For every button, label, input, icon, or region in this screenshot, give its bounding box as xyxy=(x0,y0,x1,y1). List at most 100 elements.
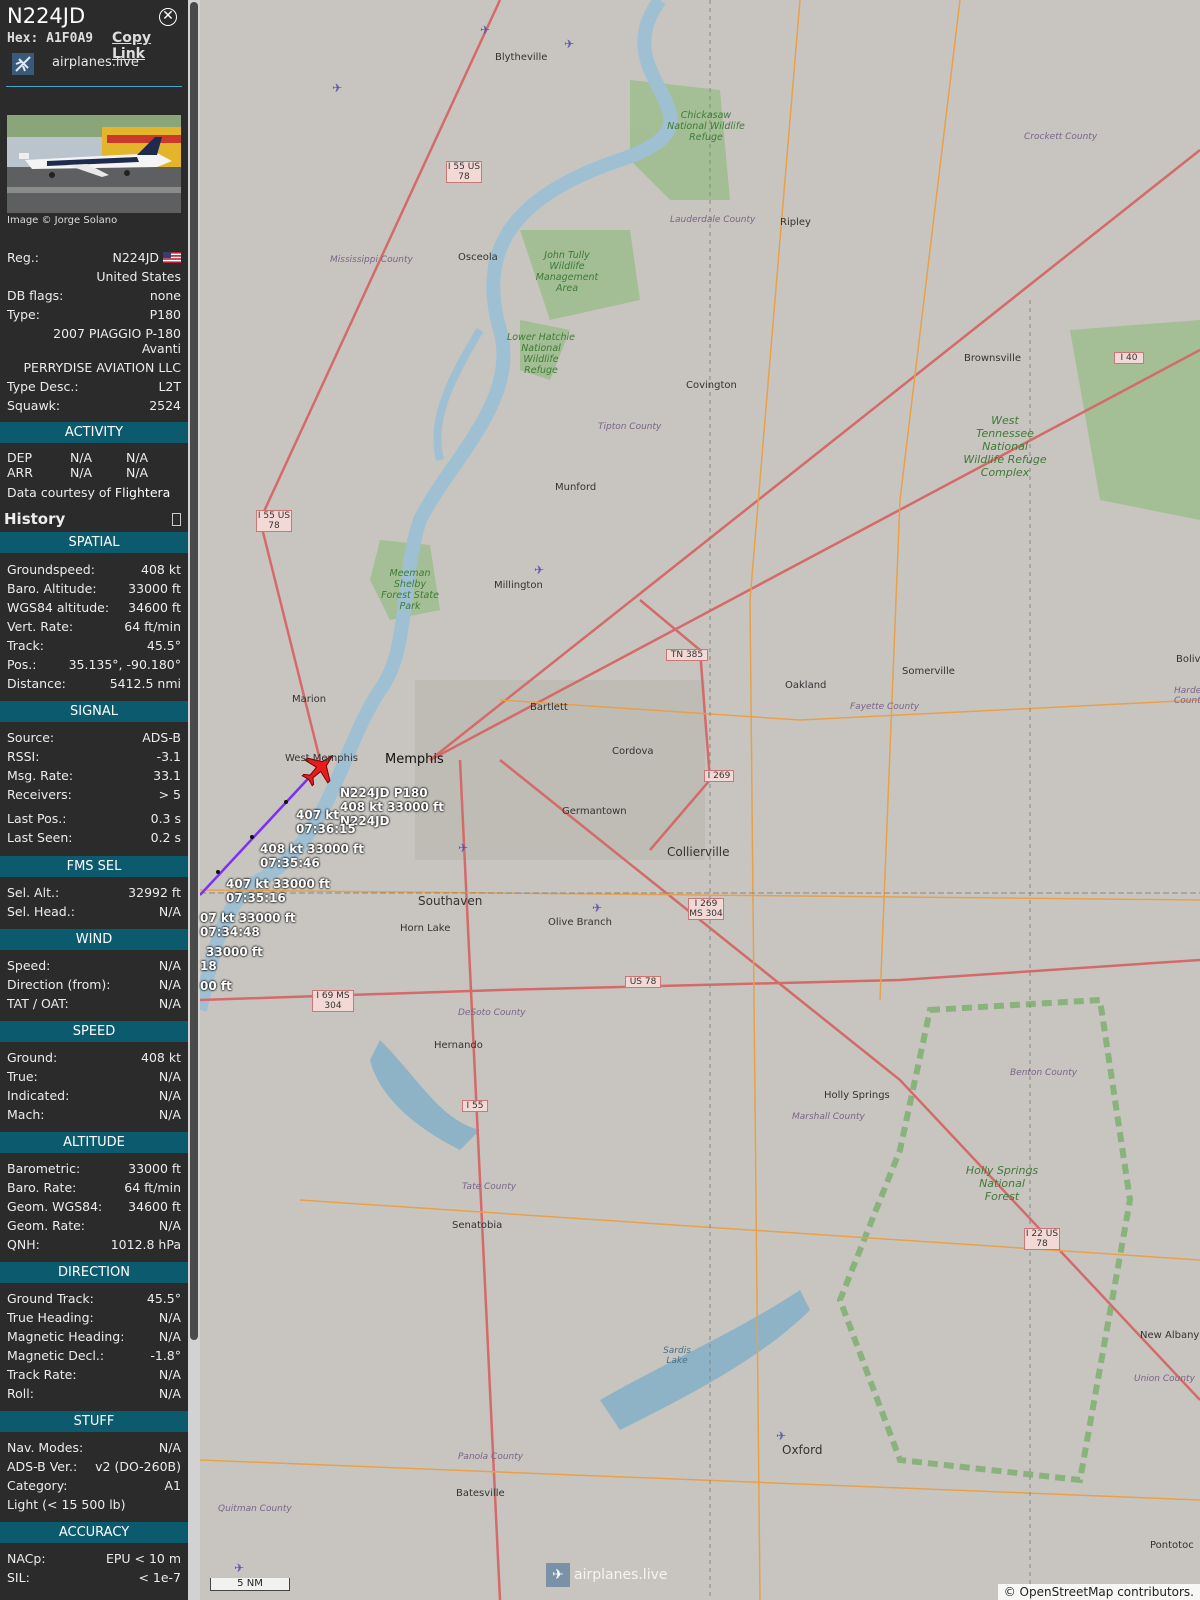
geom-wgs84-row: Geom. WGS84: 34600 ft xyxy=(7,1199,181,1214)
highway-shield: I 22 US 78 xyxy=(1024,1228,1060,1250)
true-speed-row: True: N/A xyxy=(7,1069,181,1084)
place-label: Brownsville xyxy=(964,353,1022,364)
track-label: 407 kt 07:36:15 xyxy=(296,808,356,836)
dep-label: DEP xyxy=(7,450,33,465)
aircraft-label-line: N224JD P180 xyxy=(340,786,428,800)
section-header-spatial: SPATIAL xyxy=(0,532,188,553)
detail-row: Type: P180 xyxy=(7,307,181,322)
adsb-version-row: ADS-B Ver.: v2 (DO-260B) xyxy=(7,1459,181,1474)
place-label: Bolivar xyxy=(1176,654,1200,665)
magnetic-decl-row: Magnetic Decl.: -1.8° xyxy=(7,1348,181,1363)
highway-shield: I 55 US 78 xyxy=(446,161,482,183)
aircraft-info-panel: N224JD ✕ Hex: A1F0A9 Copy Link airplanes… xyxy=(0,0,188,1600)
history-expand-icon[interactable] xyxy=(172,513,181,526)
sidebar-scrollbar[interactable] xyxy=(188,0,200,1600)
airplanes-live-watermark: ✈ airplanes.live xyxy=(546,1563,668,1587)
last-pos-row: Last Pos.: 0.3 s xyxy=(7,811,181,826)
county-label: Quitman County xyxy=(218,1504,292,1514)
section-header-stuff: STUFF xyxy=(0,1411,188,1432)
roll-row: Roll: N/A xyxy=(7,1386,181,1401)
category-description-row: Light (< 15 500 lb) xyxy=(7,1497,126,1512)
highway-shield: I 55 xyxy=(462,1100,488,1112)
hex-value: A1F0A9 xyxy=(46,31,94,46)
place-label: Holly Springs xyxy=(824,1090,890,1101)
refuge-label: West Tennessee National Wildlife Refuge … xyxy=(963,414,1047,479)
section-header-altitude: ALTITUDE xyxy=(0,1132,188,1153)
groundspeed-row: Groundspeed: 408 kt xyxy=(7,562,181,577)
arr-label: ARR xyxy=(7,465,33,480)
place-label: Osceola xyxy=(458,252,498,263)
county-label: Tipton County xyxy=(598,422,662,432)
callsign-title: N224JD xyxy=(7,4,86,28)
place-label: Hernando xyxy=(434,1040,483,1051)
place-label: Millington xyxy=(494,580,543,591)
place-label: Germantown xyxy=(562,806,627,817)
magnetic-heading-row: Magnetic Heading: N/A xyxy=(7,1329,181,1344)
county-label: Panola County xyxy=(458,1452,524,1462)
county-label: Union County xyxy=(1134,1374,1195,1384)
true-heading-row: True Heading: N/A xyxy=(7,1310,181,1325)
data-courtesy: Data courtesy of Flightera xyxy=(7,485,171,500)
refuge-label: Chickasaw National Wildlife Refuge xyxy=(667,110,745,143)
detail-row: DB flags: none xyxy=(7,288,181,303)
place-label: West Memphis xyxy=(285,753,358,764)
wind-speed-row: Speed: N/A xyxy=(7,958,181,973)
place-label: Cordova xyxy=(612,746,654,757)
nacp-row: NACp: EPU < 10 m xyxy=(7,1551,181,1566)
section-header-wind: WIND xyxy=(0,929,188,950)
arr-time: N/A xyxy=(126,465,149,480)
dep-time: N/A xyxy=(126,450,149,465)
place-label: Senatobia xyxy=(452,1220,503,1231)
place-label: Somerville xyxy=(902,666,955,677)
sel-head-row: Sel. Head.: N/A xyxy=(7,904,181,919)
ground-speed-row: Ground: 408 kt xyxy=(7,1050,181,1065)
county-label: Benton County xyxy=(1010,1068,1078,1078)
county-label: Hardeman County xyxy=(1174,686,1200,706)
place-label: Ripley xyxy=(780,217,811,228)
baro-altitude-row: Baro. Altitude: 33000 ft xyxy=(7,581,181,596)
last-seen-row: Last Seen: 0.2 s xyxy=(7,830,181,845)
registration-value: N224JD xyxy=(112,250,160,265)
place-label: Covington xyxy=(686,380,737,391)
qnh-row: QNH: 1012.8 hPa xyxy=(7,1237,181,1252)
arr-value: N/A xyxy=(70,465,93,480)
ground-track-row: Ground Track: 45.5° xyxy=(7,1291,181,1306)
track-rate-row: Track Rate: N/A xyxy=(7,1367,181,1382)
airplanes-live-logo-icon[interactable] xyxy=(12,53,34,75)
refuge-label: Holly Springs National Forest xyxy=(965,1164,1039,1203)
history-label: History xyxy=(4,510,66,528)
highway-shield: I 269 MS 304 xyxy=(688,898,724,920)
category-row: Category: A1 xyxy=(7,1478,181,1493)
refuge-label: Meeman Shelby Forest State Park xyxy=(381,568,439,612)
nav-modes-row: Nav. Modes: N/A xyxy=(7,1440,181,1455)
place-label: Oakland xyxy=(785,680,827,691)
place-label: Pontotoc xyxy=(1150,1540,1194,1551)
detail-row: PERRYDISE AVIATION LLC xyxy=(23,360,181,375)
aircraft-photo[interactable] xyxy=(7,115,181,213)
map-attribution[interactable]: © OpenStreetMap contributors. xyxy=(997,1584,1200,1600)
refuge-label: Lower Hatchie National Wildlife Refuge xyxy=(506,332,576,376)
distance-row: Distance: 5412.5 nmi xyxy=(7,676,181,691)
history-toggle[interactable]: History xyxy=(0,508,188,530)
highway-shield: TN 385 xyxy=(666,649,708,661)
sil-row: SIL: < 1e-7 xyxy=(7,1570,181,1585)
close-icon[interactable]: ✕ xyxy=(159,8,177,26)
us-flag-icon xyxy=(163,252,181,263)
place-label: Collierville xyxy=(667,845,730,859)
place-label: Memphis xyxy=(385,752,444,767)
scrollbar-thumb[interactable] xyxy=(190,2,198,1340)
site-name-link[interactable]: airplanes.live xyxy=(52,55,139,70)
track-row: Track: 45.5° xyxy=(7,638,181,653)
detail-row: Avanti xyxy=(141,341,181,356)
tat-oat-row: TAT / OAT: N/A xyxy=(7,996,181,1011)
county-label: Fayette County xyxy=(850,702,920,712)
section-header-activity: ACTIVITY xyxy=(0,422,188,443)
county-label: Mississippi County xyxy=(330,255,413,265)
county-label: Crockett County xyxy=(1024,132,1098,142)
flightera-link[interactable]: Flightera xyxy=(115,485,170,500)
place-label: Bartlett xyxy=(530,702,568,713)
indicated-speed-row: Indicated: N/A xyxy=(7,1088,181,1103)
county-label: DeSoto County xyxy=(458,1008,526,1018)
msg-rate-row: Msg. Rate: 33.1 xyxy=(7,768,181,783)
baro-rate-row: Baro. Rate: 64 ft/min xyxy=(7,1180,181,1195)
